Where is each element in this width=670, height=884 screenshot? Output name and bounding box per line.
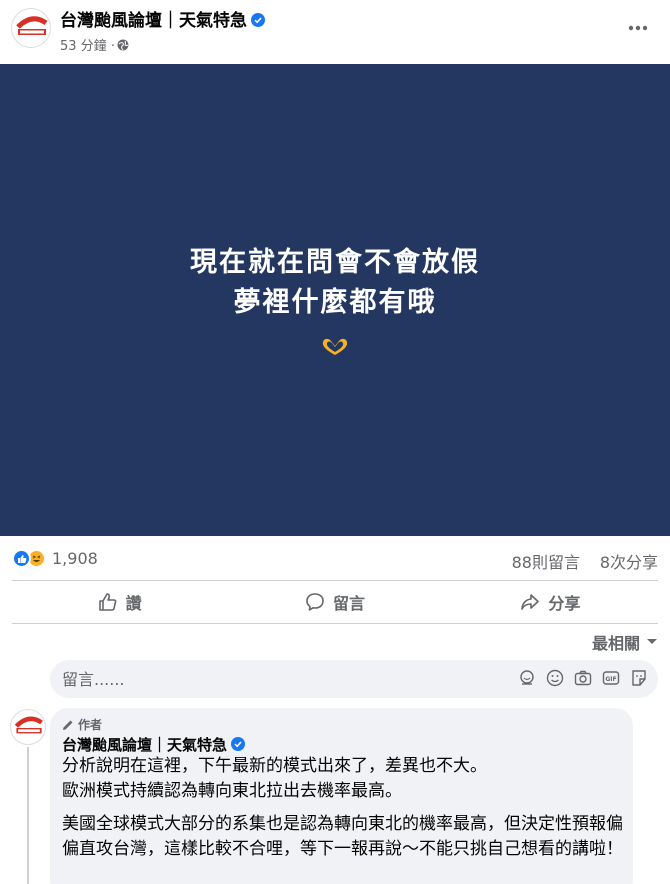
camera-icon[interactable] xyxy=(574,669,592,687)
comment-paragraph2: 美國全球模式大部分的系集也是認為轉向東北的機率最高，但決定性預報偏偏直攻台灣，這… xyxy=(62,814,623,859)
comment-author-name[interactable]: 台灣颱風論壇｜天氣特急 xyxy=(62,736,227,754)
post-header: 台灣颱風論壇｜天氣特急 53 分鐘 · xyxy=(0,0,670,64)
reaction-stats-row: 1,908 88則留言 8次分享 xyxy=(0,545,670,575)
page-name[interactable]: 台灣颱風論壇｜天氣特急 xyxy=(60,11,247,31)
image-text-line1: 現在就在問會不會放假 xyxy=(190,247,480,278)
comment-body: 分析說明在這裡，下午最新的模式出來了，差異也不大。 歐洲模式持續認為轉向東北拉出… xyxy=(62,754,627,870)
like-button[interactable]: 讚 xyxy=(12,582,227,622)
like-label: 讚 xyxy=(125,594,142,613)
comment-sort-dropdown[interactable]: 最相關 xyxy=(592,630,658,654)
comment-composer: GIF xyxy=(50,660,658,698)
comment-bubble-icon xyxy=(306,593,324,611)
page-logo-icon xyxy=(16,16,48,35)
globe-icon xyxy=(117,39,129,51)
comment-thread-line xyxy=(27,747,29,884)
comment-paragraph1-line2: 歐洲模式持續認為轉向東北拉出去機率最高。 xyxy=(62,781,402,801)
like-reaction-icon xyxy=(12,549,31,568)
post-meta: 53 分鐘 · xyxy=(60,35,129,54)
post-image[interactable]: 現在就在問會不會放假 夢裡什麼都有哦 xyxy=(0,64,670,536)
author-badge: 作者 xyxy=(62,716,102,733)
verified-badge-icon xyxy=(251,13,265,27)
emoji-icon[interactable] xyxy=(546,669,564,687)
composer-tools: GIF xyxy=(518,669,648,687)
gif-icon[interactable]: GIF xyxy=(602,669,620,687)
post-actions: 讚 留言 分享 xyxy=(12,582,658,622)
divider xyxy=(12,623,658,624)
thumbs-up-icon xyxy=(98,593,117,611)
sort-label: 最相關 xyxy=(591,634,640,653)
comment-label: 留言 xyxy=(332,594,365,613)
comment-author-avatar[interactable] xyxy=(10,709,46,745)
sticker-icon[interactable] xyxy=(630,669,648,687)
share-arrow-icon xyxy=(521,594,540,610)
share-label: 分享 xyxy=(548,594,581,613)
avatar-sticker-icon[interactable] xyxy=(518,669,536,687)
pencil-icon xyxy=(63,720,73,730)
share-button[interactable]: 分享 xyxy=(443,582,658,622)
reaction-count: 1,908 xyxy=(52,549,98,568)
comment-bubble: 作者 台灣颱風論壇｜天氣特急 分析說明在這裡，下午最新的模式出來了，差異也不大。… xyxy=(50,708,633,884)
page-logo-icon xyxy=(14,716,43,734)
divider xyxy=(12,580,658,581)
image-text-line2: 夢裡什麼都有哦 xyxy=(233,287,437,318)
comment-button[interactable]: 留言 xyxy=(227,582,442,622)
svg-text:GIF: GIF xyxy=(605,676,616,683)
meta-separator: · xyxy=(110,39,115,54)
heart-hands-emoji-icon xyxy=(322,338,348,355)
post-timestamp[interactable]: 53 分鐘 xyxy=(60,39,107,54)
comment-author-link[interactable]: 台灣颱風論壇｜天氣特急 xyxy=(62,734,246,755)
share-count-link[interactable]: 8次分享 xyxy=(600,549,658,573)
comment-count-link[interactable]: 88則留言 xyxy=(512,549,580,573)
comment-paragraph1-line1: 分析說明在這裡，下午最新的模式出來了，差異也不大。 xyxy=(62,756,487,776)
reactions-summary[interactable]: 1,908 xyxy=(12,549,98,568)
verified-badge-icon xyxy=(231,737,246,751)
more-options-button[interactable] xyxy=(622,12,654,44)
more-dots-icon xyxy=(628,25,648,31)
page-name-link[interactable]: 台灣颱風論壇｜天氣特急 xyxy=(60,6,265,31)
author-badge-label: 作者 xyxy=(78,718,103,732)
page-avatar[interactable] xyxy=(11,8,51,48)
caret-down-icon xyxy=(647,639,657,644)
comment-input[interactable] xyxy=(62,660,502,698)
